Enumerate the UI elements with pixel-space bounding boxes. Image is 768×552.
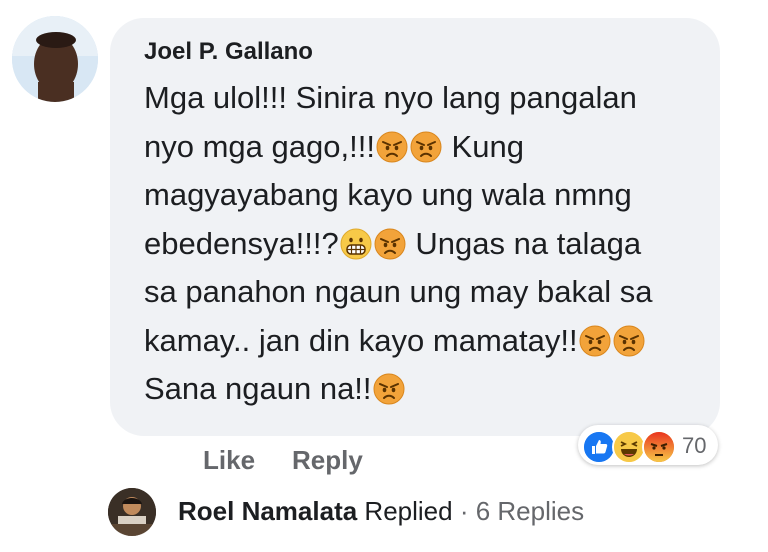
commenter-avatar[interactable] [12,16,98,102]
separator: · [452,496,476,526]
replier-name[interactable]: Roel Namalata [178,496,357,526]
angry-face-emoji-icon [374,228,406,259]
comment-text-segment: nyo mga gago,!!! [144,128,375,164]
comment-line: magyayabang kayo ung wala nmng [144,171,704,220]
angry-face-emoji-icon [410,131,442,162]
replies-row[interactable]: Roel Namalata Replied · 6 Replies [108,488,668,536]
haha-icon [612,430,646,464]
replied-label: Replied [357,496,453,526]
comment-line: Mga ulol!!! Sinira nyo lang pangalan [144,74,704,123]
person-photo-icon [108,488,156,536]
person-photo-icon [12,16,98,102]
like-button[interactable]: Like [203,445,255,476]
reaction-count: 70 [682,433,707,458]
comment-line: ebedensya!!!? Ungas na talaga [144,220,704,269]
comment-line: Sana ngaun na!! [144,365,704,414]
comment-line: kamay.. jan din kayo mamatay!! [144,317,704,366]
reactions-summary[interactable]: 70 [578,425,718,465]
angry-face-emoji-icon [579,325,611,356]
reply-button[interactable]: Reply [292,445,363,476]
replies-summary[interactable]: Roel Namalata Replied · 6 Replies [178,496,584,527]
comment-bubble: Joel P. Gallano Mga ulol!!! Sinira nyo l… [110,18,720,436]
angry-icon [642,430,676,464]
comment-text-segment: Ungas na talaga [406,225,642,261]
angry-face-emoji-icon [613,325,645,356]
comment-text: Mga ulol!!! Sinira nyo lang pangalan nyo … [144,74,704,414]
comment-text-segment: magyayabang kayo ung wala nmng [144,177,632,212]
like-icon [582,430,616,464]
comment-text-segment: Mga ulol!!! Sinira nyo lang pangalan [144,80,637,115]
comment-line: nyo mga gago,!!! Kung [144,123,704,172]
comment-author[interactable]: Joel P. Gallano [144,38,313,66]
angry-face-emoji-icon [376,131,408,162]
comment-text-segment: sa panahon ngaun ung may bakal sa [144,274,653,309]
comment-text-segment: Kung [442,128,524,164]
angry-face-emoji-icon [373,373,405,405]
grimacing-face-emoji-icon [340,228,372,259]
comment-line: sa panahon ngaun ung may bakal sa [144,268,704,317]
comment-text-segment: kamay.. jan din kayo mamatay!! [144,322,578,358]
comment-text-segment: Sana ngaun na!! [144,371,372,406]
comment-text-segment: ebedensya!!!? [144,225,339,261]
replier-avatar[interactable] [108,488,156,536]
replies-count[interactable]: 6 Replies [476,496,584,526]
